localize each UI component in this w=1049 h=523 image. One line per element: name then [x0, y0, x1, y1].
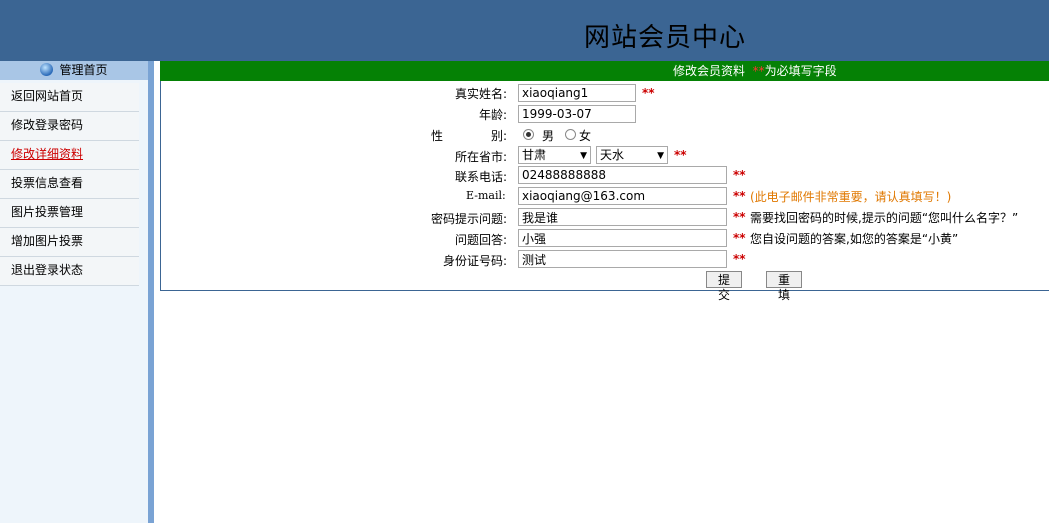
id-number-label: 身份证号码:: [443, 254, 508, 268]
sidebar-divider: [148, 61, 154, 523]
sidebar-heading-label: 管理首页: [59, 63, 108, 77]
question-input[interactable]: [518, 208, 727, 226]
email-input[interactable]: [518, 187, 727, 205]
reset-button[interactable]: 重填: [766, 271, 802, 302]
gender-male-radio[interactable]: [523, 129, 534, 140]
city-select-value: 天水: [600, 148, 625, 162]
answer-input[interactable]: [518, 229, 727, 247]
required-note: 为必填写字段: [764, 64, 837, 78]
real-name-input[interactable]: [518, 84, 636, 102]
age-input[interactable]: [518, 105, 636, 123]
submit-button[interactable]: 提交: [706, 271, 742, 302]
province-label: 所在省市:: [455, 150, 508, 164]
email-required: **: [733, 189, 746, 203]
sidebar-heading[interactable]: 管理首页: [0, 61, 148, 80]
id-number-input[interactable]: [518, 250, 727, 268]
city-select[interactable]: 天水 ▼: [596, 146, 668, 164]
phone-input[interactable]: [518, 166, 727, 184]
age-label: 年龄:: [479, 108, 508, 122]
phone-label: 联系电话:: [455, 170, 508, 184]
site-header: 网站会员中心: [0, 0, 1049, 61]
sidebar-item-image-vote-manage[interactable]: 图片投票管理: [0, 199, 139, 228]
province-select-value: 甘肃: [522, 148, 547, 162]
gender-label-b: 别:: [491, 129, 508, 143]
required-mark: **: [752, 64, 765, 78]
answer-required: **: [733, 231, 746, 245]
phone-required: **: [733, 168, 746, 182]
chevron-down-icon: ▼: [657, 151, 664, 161]
province-required: **: [674, 148, 687, 162]
sidebar-menu: 返回网站首页 修改登录密码 修改详细资料 投票信息查看 图片投票管理 增加图片投…: [0, 83, 139, 286]
real-name-required: **: [642, 86, 655, 100]
site-title: 网站会员中心: [584, 23, 747, 53]
question-hint: 需要找回密码的时候,提示的问题“您叫什么名字？”: [750, 211, 1019, 225]
sidebar-item-add-image-vote[interactable]: 增加图片投票: [0, 228, 139, 257]
gender-female-label: 女: [579, 129, 592, 143]
province-select[interactable]: 甘肃 ▼: [518, 146, 591, 164]
id-number-required: **: [733, 252, 746, 266]
email-hint: (此电子邮件非常重要，请认真填写！): [750, 190, 952, 204]
sidebar-item-logout[interactable]: 退出登录状态: [0, 257, 139, 286]
form-heading: 修改会员资料: [673, 64, 746, 78]
sidebar-item-home[interactable]: 返回网站首页: [0, 83, 139, 112]
gender-female-radio[interactable]: [565, 129, 576, 140]
answer-label: 问题回答:: [455, 233, 508, 247]
email-label: E-mail:: [466, 189, 506, 202]
gender-label-a: 性: [431, 129, 444, 143]
globe-icon: [40, 63, 54, 76]
form-heading-bar: 修改会员资料 **为必填写字段: [160, 61, 1049, 81]
real-name-label: 真实姓名:: [455, 87, 508, 101]
question-label: 密码提示问题:: [431, 212, 508, 226]
sidebar-item-change-password[interactable]: 修改登录密码: [0, 112, 139, 141]
gender-male-label: 男: [542, 129, 555, 143]
answer-hint: 您自设问题的答案,如您的答案是“小黄”: [750, 232, 959, 246]
sidebar-item-vote-info[interactable]: 投票信息查看: [0, 170, 139, 199]
question-required: **: [733, 210, 746, 224]
chevron-down-icon: ▼: [580, 151, 587, 161]
sidebar-item-edit-profile[interactable]: 修改详细资料: [0, 141, 139, 170]
